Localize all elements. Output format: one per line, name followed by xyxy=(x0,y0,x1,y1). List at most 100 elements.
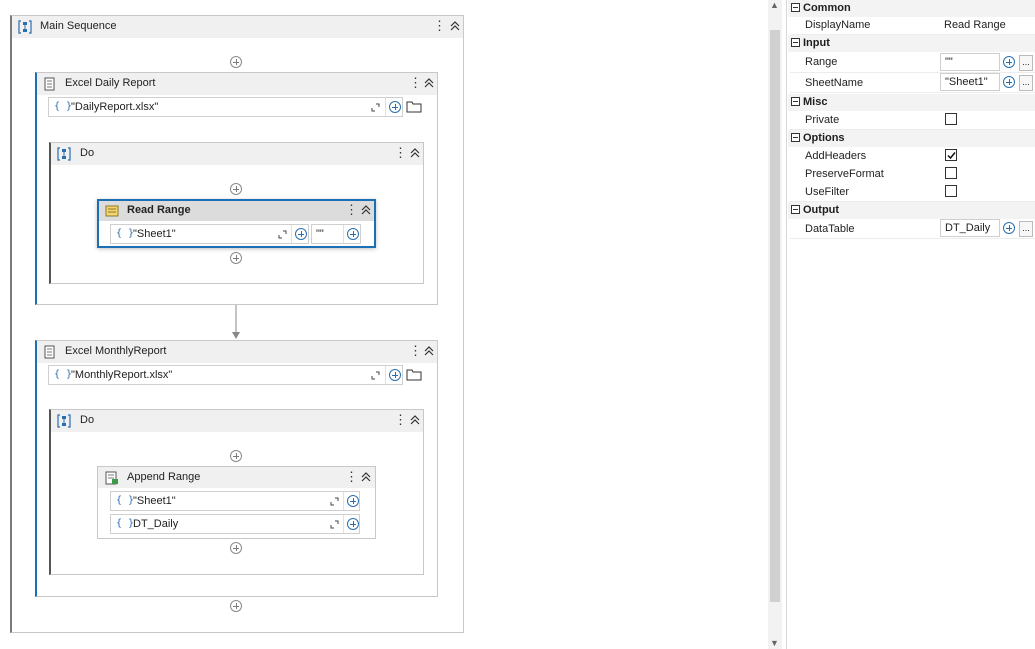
folder-icon[interactable] xyxy=(406,369,422,381)
plus-icon[interactable] xyxy=(1003,56,1015,68)
expand-editor-icon[interactable] xyxy=(330,497,339,506)
workbook-path-field[interactable]: { } "MonthlyReport.xlsx" xyxy=(48,365,403,385)
add-button[interactable] xyxy=(343,492,361,510)
collapse-icon[interactable] xyxy=(423,344,435,358)
category-common[interactable]: Common xyxy=(788,0,1035,17)
ellipsis-button[interactable]: ... xyxy=(1019,75,1033,91)
read-range-header[interactable]: Read Range ⋮ xyxy=(99,201,374,221)
plus-icon xyxy=(347,495,359,507)
collapse-icon[interactable] xyxy=(409,413,421,427)
folder-icon[interactable] xyxy=(406,101,422,113)
append-range-datatable-value: DT_Daily xyxy=(133,518,179,530)
prop-range-value: "" xyxy=(945,56,953,68)
collapse-icon[interactable] xyxy=(360,203,372,217)
checkmark-icon xyxy=(947,152,956,160)
prop-range-label: Range xyxy=(805,56,838,68)
plus-icon xyxy=(389,369,401,381)
add-button[interactable] xyxy=(343,225,361,243)
category-label: Options xyxy=(803,132,845,144)
more-options-icon[interactable]: ⋮ xyxy=(433,19,446,33)
append-range-sheet-field[interactable]: { } "Sheet1" xyxy=(110,491,360,511)
sequence-icon xyxy=(57,147,71,161)
prop-preserveformat-checkbox[interactable] xyxy=(945,167,957,179)
read-range-icon xyxy=(105,205,119,217)
add-activity-icon[interactable] xyxy=(230,450,242,462)
expand-editor-icon[interactable] xyxy=(371,103,380,112)
collapse-toggle-icon[interactable] xyxy=(791,133,800,142)
add-button[interactable] xyxy=(291,225,309,243)
add-activity-icon[interactable] xyxy=(230,600,242,612)
append-range-header[interactable]: Append Range ⋮ xyxy=(98,467,375,488)
add-button[interactable] xyxy=(385,366,403,384)
more-options-icon[interactable]: ⋮ xyxy=(409,344,422,358)
category-label: Common xyxy=(803,2,851,14)
more-options-icon[interactable]: ⋮ xyxy=(345,470,358,484)
add-activity-icon[interactable] xyxy=(230,542,242,554)
expand-editor-icon[interactable] xyxy=(371,371,380,380)
do-monthly-title: Do xyxy=(80,414,95,426)
collapse-toggle-icon[interactable] xyxy=(791,3,800,12)
prop-displayname-value[interactable]: Read Range xyxy=(944,19,1006,31)
prop-range-input[interactable]: "" xyxy=(940,53,1000,71)
vertical-scrollbar[interactable]: ▲ ▼ xyxy=(768,0,782,649)
expand-editor-icon[interactable] xyxy=(330,520,339,529)
ellipsis-button[interactable]: ... xyxy=(1019,221,1033,237)
collapse-icon[interactable] xyxy=(409,146,421,160)
sequence-icon xyxy=(18,20,32,34)
workbook-path-value: "DailyReport.xlsx" xyxy=(71,101,159,113)
collapse-toggle-icon[interactable] xyxy=(791,205,800,214)
add-button[interactable] xyxy=(385,98,403,116)
plus-icon[interactable] xyxy=(1003,222,1015,234)
more-options-icon[interactable]: ⋮ xyxy=(345,203,358,217)
more-options-icon[interactable]: ⋮ xyxy=(394,146,407,160)
prop-sheetname-input[interactable]: "Sheet1" xyxy=(940,73,1000,91)
collapse-icon[interactable] xyxy=(449,19,461,33)
add-button[interactable] xyxy=(343,515,361,533)
scrollbar-thumb[interactable] xyxy=(770,30,780,602)
expression-brace-icon: { } xyxy=(116,228,135,239)
ellipsis-button[interactable]: ... xyxy=(1019,55,1033,71)
excel-daily-header[interactable]: Excel Daily Report ⋮ xyxy=(37,73,437,95)
category-misc[interactable]: Misc xyxy=(788,94,1035,111)
add-activity-icon[interactable] xyxy=(230,252,242,264)
more-options-icon[interactable]: ⋮ xyxy=(409,76,422,90)
expression-brace-icon: { } xyxy=(54,101,73,112)
read-range-sheet-value: "Sheet1" xyxy=(133,228,176,240)
scroll-down-icon[interactable]: ▼ xyxy=(770,638,779,648)
add-activity-icon[interactable] xyxy=(230,183,242,195)
expression-brace-icon: { } xyxy=(116,495,135,506)
category-output[interactable]: Output xyxy=(788,202,1035,219)
read-range-sheet-field[interactable]: { } "Sheet1" xyxy=(110,224,309,244)
more-options-icon[interactable]: ⋮ xyxy=(394,413,407,427)
collapse-toggle-icon[interactable] xyxy=(791,38,800,47)
excel-monthly-title: Excel MonthlyReport xyxy=(65,345,167,357)
prop-usefilter-checkbox[interactable] xyxy=(945,185,957,197)
workbook-path-value: "MonthlyReport.xlsx" xyxy=(71,369,173,381)
category-input[interactable]: Input xyxy=(788,35,1035,52)
do-daily-title: Do xyxy=(80,147,95,159)
expand-editor-icon[interactable] xyxy=(278,230,287,239)
do-monthly-header[interactable]: Do ⋮ xyxy=(51,410,423,432)
category-options[interactable]: Options xyxy=(788,130,1035,147)
add-activity-icon[interactable] xyxy=(230,56,242,68)
read-range-range-field[interactable]: "" xyxy=(311,224,361,244)
flow-connector-arrow xyxy=(232,305,240,339)
collapse-icon[interactable] xyxy=(360,470,372,484)
do-daily-header[interactable]: Do ⋮ xyxy=(51,143,423,165)
collapse-toggle-icon[interactable] xyxy=(791,97,800,106)
plus-icon[interactable] xyxy=(1003,76,1015,88)
expression-brace-icon: { } xyxy=(116,518,135,529)
plus-icon xyxy=(389,101,401,113)
append-range-datatable-field[interactable]: { } DT_Daily xyxy=(110,514,360,534)
prop-addheaders-checkbox[interactable] xyxy=(945,149,957,161)
prop-private-checkbox[interactable] xyxy=(945,113,957,125)
read-range-range-value: "" xyxy=(316,228,324,240)
workbook-path-field[interactable]: { } "DailyReport.xlsx" xyxy=(48,97,403,117)
prop-sheetname-label: SheetName xyxy=(805,77,864,89)
plus-icon xyxy=(295,228,307,240)
excel-monthly-header[interactable]: Excel MonthlyReport ⋮ xyxy=(37,341,437,363)
main-sequence-header[interactable]: Main Sequence ⋮ xyxy=(12,16,463,38)
scroll-up-icon[interactable]: ▲ xyxy=(770,0,779,10)
collapse-icon[interactable] xyxy=(423,76,435,90)
prop-datatable-input[interactable]: DT_Daily xyxy=(940,219,1000,237)
